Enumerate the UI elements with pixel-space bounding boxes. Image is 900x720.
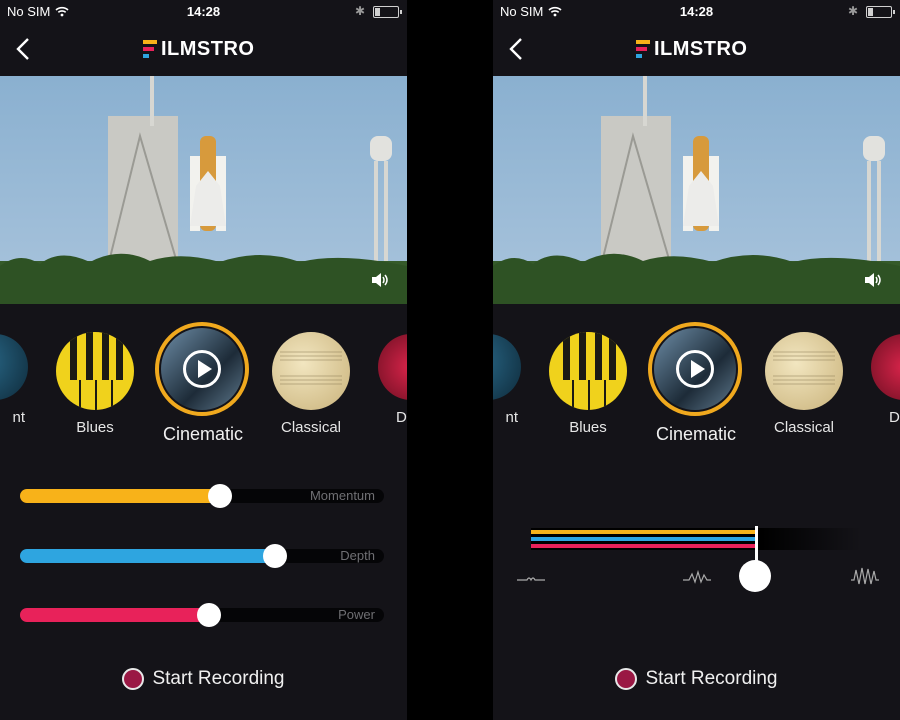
momentum-slider[interactable]: Momentum [20, 484, 384, 508]
piano-keys-cover [549, 332, 627, 410]
nav-bar: ILMSTRO [0, 24, 407, 76]
app-logo: ILMSTRO [636, 36, 748, 62]
genre-item-classical[interactable]: Classical [764, 332, 844, 436]
launchpad-image [493, 76, 900, 304]
genre-item-cinematic[interactable]: Cinematic [155, 322, 251, 445]
sheet-music-cover [272, 332, 350, 410]
record-icon [615, 668, 638, 690]
high-intensity-wave-icon[interactable] [851, 566, 879, 586]
depth-label: Depth [340, 548, 375, 563]
genre-label: Cinematic [162, 424, 244, 444]
genre-item-next[interactable]: D [378, 334, 407, 426]
momentum-line [531, 530, 755, 534]
sound-icon[interactable] [864, 272, 882, 288]
depth-line [531, 537, 755, 541]
battery-icon [866, 6, 895, 18]
genre-label: Classical [280, 419, 341, 436]
momentum-fill [20, 489, 221, 503]
genre-carousel[interactable]: nt Blues Cinematic Classical D [493, 318, 900, 458]
power-knob[interactable] [197, 603, 222, 627]
video-preview[interactable] [0, 76, 407, 304]
clock: 14:28 [186, 4, 221, 19]
genre-label: nt [12, 409, 25, 426]
depth-fill [20, 549, 275, 563]
genre-cover [378, 334, 407, 400]
genre-label: Blues [76, 419, 114, 436]
selected-ring [648, 322, 742, 416]
bluetooth-icon: ✱ [354, 4, 365, 18]
genre-item-ambient[interactable]: nt [493, 334, 523, 426]
clock: 14:28 [679, 4, 714, 19]
genre-item-ambient[interactable]: nt [0, 334, 30, 426]
genre-item-cinematic[interactable]: Cinematic [648, 322, 744, 445]
piano-keys-cover [56, 332, 134, 410]
cinematic-cover [654, 328, 736, 410]
app-logo: ILMSTRO [143, 36, 255, 62]
record-icon [122, 668, 145, 690]
genre-item-classical[interactable]: Classical [271, 332, 351, 436]
sheet-music-cover [765, 332, 843, 410]
start-recording-button[interactable]: Start Recording [493, 668, 900, 690]
genre-item-blues[interactable]: Blues [548, 332, 628, 436]
bluetooth-icon: ✱ [847, 4, 858, 18]
genre-label: nt [505, 409, 518, 426]
genre-label: Cinematic [655, 424, 737, 444]
sound-icon[interactable] [371, 272, 389, 288]
low-intensity-wave-icon[interactable] [517, 566, 545, 586]
genre-carousel[interactable]: nt Blues Cinematic Classical D [0, 318, 407, 458]
cinematic-cover [161, 328, 243, 410]
depth-slider[interactable]: Depth [20, 544, 384, 568]
play-icon[interactable] [676, 350, 714, 388]
genre-label: D [889, 409, 900, 426]
depth-knob[interactable] [262, 544, 287, 568]
record-label: Start Recording [645, 668, 778, 689]
video-preview[interactable] [493, 76, 900, 304]
phone-screen-timeline: No SIM 14:28 ✱ ILMSTRO nt Blues Cinemati… [493, 0, 900, 720]
genre-item-blues[interactable]: Blues [55, 332, 135, 436]
power-fill [20, 608, 210, 622]
back-icon[interactable] [12, 36, 36, 62]
start-recording-button[interactable]: Start Recording [0, 668, 407, 690]
genre-label: D [396, 409, 407, 426]
momentum-knob[interactable] [208, 484, 233, 508]
logo-mark [636, 40, 650, 58]
timeline-knob[interactable] [739, 560, 771, 592]
logo-text: ILMSTRO [161, 37, 255, 60]
power-line [531, 544, 755, 548]
logo-mark [143, 40, 157, 58]
genre-cover [0, 334, 28, 400]
genre-cover [871, 334, 900, 400]
genre-label: Blues [569, 419, 607, 436]
back-icon[interactable] [505, 36, 529, 62]
momentum-label: Momentum [309, 488, 375, 503]
status-bar: No SIM 14:28 ✱ [493, 0, 900, 24]
play-icon[interactable] [183, 350, 221, 388]
nav-bar: ILMSTRO [493, 24, 900, 76]
genre-cover [493, 334, 521, 400]
genre-label: Classical [773, 419, 834, 436]
power-label: Power [338, 607, 375, 622]
record-label: Start Recording [152, 668, 285, 689]
battery-icon [373, 6, 402, 18]
launchpad-image [0, 76, 407, 304]
intensity-timeline[interactable] [531, 526, 861, 572]
phone-screen-sliders: No SIM 14:28 ✱ ILMSTRO nt Blues Cinemati… [0, 0, 407, 720]
status-bar: No SIM 14:28 ✱ [0, 0, 407, 24]
logo-text: ILMSTRO [654, 37, 748, 60]
selected-ring [155, 322, 249, 416]
mid-intensity-wave-icon[interactable] [683, 566, 711, 586]
power-slider[interactable]: Power [20, 603, 384, 627]
genre-item-next[interactable]: D [871, 334, 900, 426]
